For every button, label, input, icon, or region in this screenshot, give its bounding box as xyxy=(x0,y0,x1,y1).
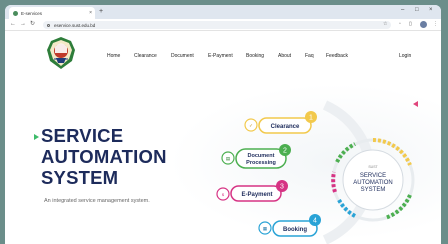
tab-close-icon[interactable]: × xyxy=(89,10,92,16)
center-line-2: AUTOMATION xyxy=(353,180,392,186)
nav-faq[interactable]: Faq xyxy=(305,53,314,59)
nav-feedback[interactable]: Feedback xyxy=(326,53,348,59)
maximize-button[interactable]: □ xyxy=(415,7,419,13)
hero-subtitle: An integrated service management system. xyxy=(44,198,150,204)
svg-text:▤: ▤ xyxy=(226,156,231,161)
browser-window: E-services × + – □ × ← → ↻ eservice.sust… xyxy=(5,5,441,244)
nav-e-payment[interactable]: E-Payment xyxy=(208,53,233,59)
login-link[interactable]: Login xyxy=(399,53,411,59)
nav-document[interactable]: Document xyxy=(171,53,194,59)
title-arrow-icon xyxy=(34,134,39,140)
forward-icon[interactable]: → xyxy=(20,21,26,28)
badge-2-number: 2 xyxy=(283,148,287,155)
back-icon[interactable]: ← xyxy=(10,21,16,28)
hero-title: SERVICE AUTOMATION SYSTEM xyxy=(41,125,167,188)
nav-about[interactable]: About xyxy=(278,53,291,59)
hero-title-line-2: AUTOMATION xyxy=(41,146,167,167)
bookmark-star-icon[interactable]: ☆ xyxy=(383,21,387,27)
clearance-label: Clearance xyxy=(271,124,300,130)
sidepanel-icon[interactable]: ▯ xyxy=(409,21,412,27)
badge-1-number: 1 xyxy=(309,115,313,122)
nav-home[interactable]: Home xyxy=(107,53,120,59)
center-line-1: SERVICE xyxy=(360,173,386,179)
url-text: eservice.sust.edu.bd xyxy=(54,22,96,28)
browser-tab[interactable]: E-services × xyxy=(9,7,95,19)
extensions-icon[interactable]: ▫ xyxy=(399,21,401,27)
service-diagram: SUST SERVICE AUTOMATION SYSTEM ✓ Clearan… xyxy=(216,100,415,244)
site-favicon-icon xyxy=(13,10,18,16)
url-input[interactable]: eservice.sust.edu.bd xyxy=(43,21,391,29)
site-info-icon[interactable] xyxy=(47,23,50,27)
university-logo[interactable] xyxy=(45,36,77,70)
nav-booking[interactable]: Booking xyxy=(246,53,264,59)
new-tab-button[interactable]: + xyxy=(99,8,103,16)
tab-title: E-services xyxy=(21,10,43,16)
center-small-label: SUST xyxy=(368,165,378,169)
service-item-e-payment[interactable]: $ E-Payment 3 xyxy=(216,180,288,202)
hero-title-line-1: SERVICE xyxy=(41,125,124,146)
reload-icon[interactable]: ↻ xyxy=(30,21,35,28)
address-bar: ← → ↻ eservice.sust.edu.bd ☆ ▫ ▯ ⋮ xyxy=(5,19,441,31)
booking-label: Booking xyxy=(283,227,307,233)
menu-icon[interactable]: ⋮ xyxy=(433,21,438,27)
nav-clearance[interactable]: Clearance xyxy=(134,53,157,59)
service-item-document-processing[interactable]: ▤ Document Processing 2 xyxy=(221,144,291,169)
minimize-button[interactable]: – xyxy=(401,7,404,13)
center-line-3: SYSTEM xyxy=(361,187,386,193)
svg-text:▦: ▦ xyxy=(263,226,268,231)
profile-avatar[interactable] xyxy=(420,21,427,28)
e-payment-label: E-Payment xyxy=(241,192,272,198)
hero-title-line-3: SYSTEM xyxy=(41,167,119,188)
service-item-clearance[interactable]: ✓ Clearance 1 xyxy=(244,111,317,134)
service-item-booking[interactable]: ▦ Booking 4 xyxy=(258,214,321,237)
document-label-line-1: Document xyxy=(248,153,275,159)
badge-4-number: 4 xyxy=(313,218,317,225)
tab-strip: E-services × + – □ × xyxy=(5,5,441,19)
svg-text:✓: ✓ xyxy=(249,123,253,128)
badge-3-number: 3 xyxy=(280,184,284,191)
close-window-button[interactable]: × xyxy=(429,7,433,13)
document-label-line-2: Processing xyxy=(246,160,276,166)
